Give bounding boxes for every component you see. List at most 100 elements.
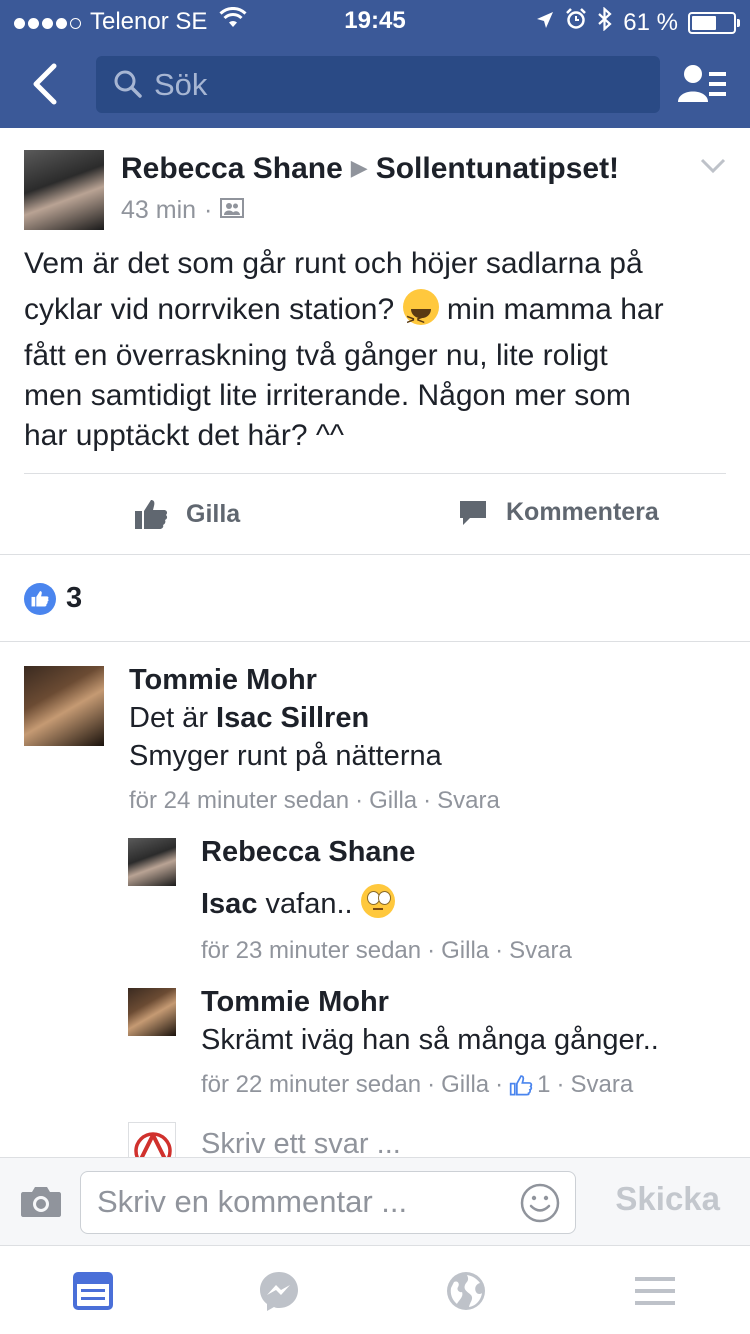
- comment-text-line: Det är Isac Sillren: [129, 702, 369, 735]
- post-text-line: cyklar vid norrviken station? min mamma …: [24, 284, 734, 345]
- status-bar: Telenor SE 19:45 61 %: [0, 0, 750, 40]
- meta-separator: ·: [423, 787, 432, 814]
- camera-button[interactable]: [20, 1184, 62, 1223]
- comment-meta: för 24 minuter sedan · Gilla · Svara: [129, 787, 500, 815]
- mention-link[interactable]: Isac: [201, 888, 257, 920]
- meta-separator: ·: [495, 937, 504, 964]
- meta-separator: ·: [427, 937, 436, 964]
- avatar[interactable]: [128, 838, 176, 886]
- smiley-icon: [520, 1183, 560, 1223]
- comment-text-segment: Det är: [129, 702, 208, 734]
- post-text-segment: min mamma har: [446, 293, 664, 326]
- comment-time[interactable]: för 24 minuter sedan: [129, 787, 349, 815]
- search-bar[interactable]: Sök: [96, 56, 660, 113]
- tab-bar: [0, 1245, 750, 1334]
- reply-text: Skrämt iväg han så många gånger..: [201, 1024, 659, 1056]
- thumbs-up-outline-icon: [509, 1075, 533, 1096]
- like-badge-icon: [24, 582, 56, 615]
- menu-icon: [635, 1277, 675, 1305]
- comment-author[interactable]: Tommie Mohr: [129, 664, 317, 697]
- comment-input-placeholder: Skriv en kommentar ...: [97, 1184, 408, 1219]
- comment-like-button[interactable]: Gilla: [369, 787, 417, 815]
- reply-reply-button[interactable]: Svara: [571, 1071, 634, 1099]
- like-count: 3: [66, 582, 83, 614]
- reply-author[interactable]: Rebecca Shane: [201, 836, 415, 869]
- meta-separator: ·: [355, 787, 364, 814]
- meta-separator: ·: [204, 196, 213, 224]
- post-time[interactable]: 43 min: [121, 196, 196, 225]
- reply-like-count[interactable]: 1: [509, 1071, 551, 1099]
- divider: [0, 641, 750, 642]
- reply-like-button[interactable]: Gilla: [441, 937, 489, 965]
- meta-separator: ·: [495, 1071, 504, 1098]
- tab-messenger[interactable]: [258, 1270, 300, 1312]
- tab-notifications[interactable]: [445, 1270, 487, 1312]
- reply-reply-button[interactable]: Svara: [509, 937, 572, 965]
- tab-news-feed[interactable]: [72, 1270, 114, 1312]
- post-author[interactable]: Rebecca Shane: [121, 152, 343, 185]
- laughing-emoji-icon: [402, 289, 439, 345]
- back-button[interactable]: [24, 62, 68, 106]
- avatar[interactable]: [128, 988, 176, 1036]
- comment-bubble-icon: [460, 500, 486, 525]
- search-icon: [112, 68, 144, 105]
- triangle-right-icon: ▶: [350, 155, 368, 180]
- meta-separator: ·: [427, 1071, 436, 1098]
- post-author-line: Rebecca Shane ▶ Sollentunatipset!: [121, 152, 619, 186]
- chevron-left-icon: [33, 63, 57, 105]
- location-icon: [535, 9, 555, 37]
- reply-meta: för 23 minuter sedan · Gilla · Svara: [201, 937, 572, 965]
- thumbs-up-icon: [135, 500, 168, 529]
- post-meta: 43 min ·: [121, 196, 245, 225]
- post-options-button[interactable]: [700, 158, 726, 179]
- reply-meta: för 22 minuter sedan · Gilla · 1 · Svara: [201, 1071, 633, 1099]
- tab-more[interactable]: [634, 1270, 676, 1312]
- alarm-icon: [565, 8, 587, 37]
- reply-like-count-value: 1: [537, 1071, 551, 1098]
- post-text: Vem är det som går runt och höjer sadlar…: [24, 244, 734, 456]
- comment-composer: Skriv en kommentar ... Skicka: [0, 1157, 750, 1245]
- comment-input[interactable]: Skriv en kommentar ...: [80, 1171, 576, 1234]
- globe-icon: [447, 1272, 485, 1310]
- meta-separator: ·: [556, 1071, 565, 1098]
- status-right: 61 %: [535, 6, 740, 38]
- top-bar: Telenor SE 19:45 61 % Sök: [0, 0, 750, 128]
- camera-icon: [21, 1187, 61, 1217]
- friend-requests-button[interactable]: [678, 62, 728, 111]
- reactions-summary[interactable]: 3: [24, 582, 82, 615]
- comment-reply-button[interactable]: Svara: [437, 787, 500, 815]
- emoji-picker-button[interactable]: [519, 1182, 561, 1229]
- comment-button[interactable]: Kommentera: [458, 498, 659, 527]
- friend-list-icon: [678, 65, 726, 102]
- post-text-line: fått en överraskning två gånger nu, lite…: [24, 339, 608, 372]
- search-placeholder: Sök: [154, 67, 208, 102]
- divider: [0, 554, 750, 555]
- reply-like-button[interactable]: Gilla: [441, 1071, 489, 1099]
- post-text-line: har upptäckt det här? ^^: [24, 419, 345, 452]
- post-actions: Gilla Kommentera: [0, 474, 750, 554]
- mention-link[interactable]: Isac Sillren: [216, 702, 369, 734]
- reply-time[interactable]: för 23 minuter sedan: [201, 937, 421, 965]
- battery-icon: [688, 11, 740, 34]
- avatar[interactable]: [24, 150, 104, 230]
- news-feed-icon: [73, 1272, 113, 1310]
- battery-percent: 61 %: [623, 8, 678, 36]
- reply-time[interactable]: för 22 minuter sedan: [201, 1071, 421, 1099]
- post-text-segment: cyklar vid norrviken station?: [24, 293, 395, 326]
- post-text-line: Vem är det som går runt och höjer sadlar…: [24, 247, 643, 280]
- comment-text-line: Smyger runt på nätterna: [129, 740, 442, 772]
- chevron-down-icon: [700, 158, 726, 174]
- audience-group-icon: [220, 196, 245, 225]
- reply-text: Isac vafan..: [201, 884, 395, 921]
- like-button[interactable]: Gilla: [134, 498, 240, 530]
- like-label: Gilla: [186, 499, 241, 528]
- post-group[interactable]: Sollentunatipset!: [376, 152, 619, 185]
- reply-text-segment: vafan..: [265, 888, 353, 920]
- bluetooth-icon: [597, 6, 613, 38]
- reply-author[interactable]: Tommie Mohr: [201, 986, 389, 1019]
- comment-label: Kommentera: [506, 498, 659, 526]
- send-button[interactable]: Skicka: [615, 1180, 720, 1218]
- messenger-icon: [260, 1272, 298, 1311]
- avatar[interactable]: [24, 666, 104, 746]
- post-text-line: men samtidigt lite irriterande. Någon me…: [24, 379, 631, 412]
